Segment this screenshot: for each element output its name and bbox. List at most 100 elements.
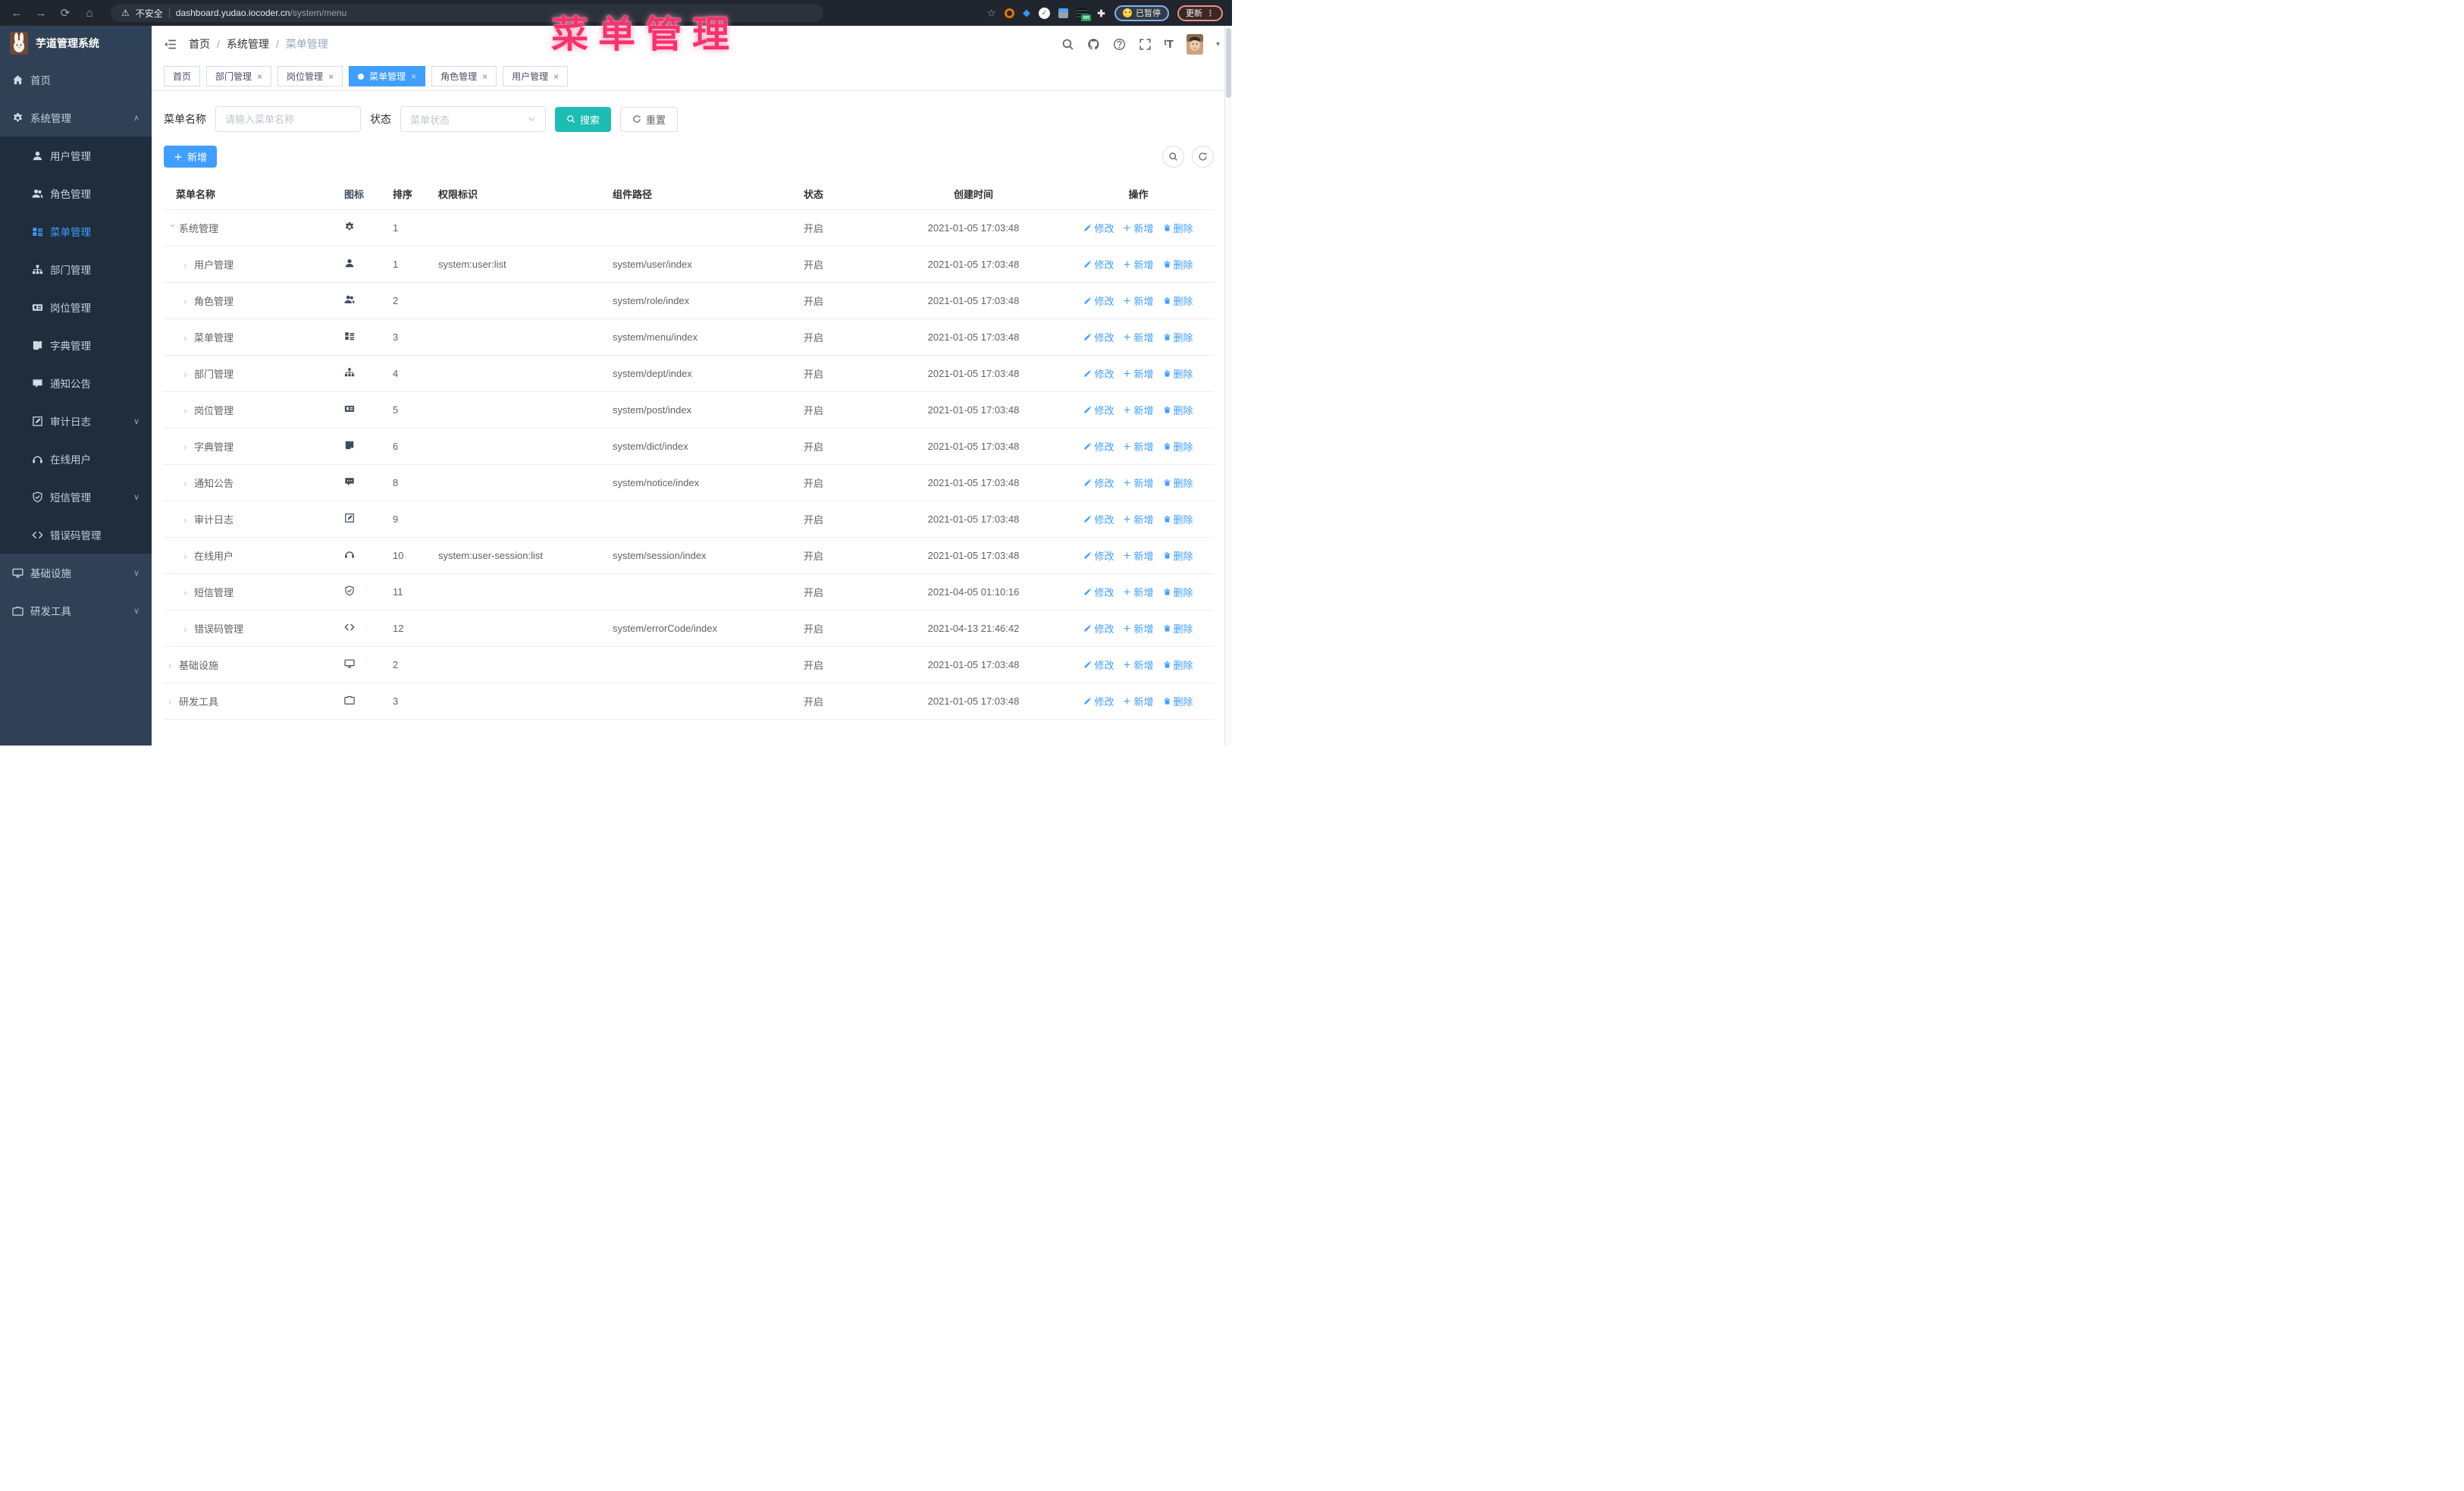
- menu-name-input[interactable]: [215, 106, 361, 132]
- edit-link[interactable]: 修改: [1083, 658, 1114, 672]
- add-link[interactable]: 新增: [1123, 221, 1154, 235]
- browser-reload-icon[interactable]: ⟳: [58, 6, 73, 20]
- edit-link[interactable]: 修改: [1083, 585, 1114, 599]
- add-link[interactable]: 新增: [1123, 293, 1154, 308]
- browser-back-icon[interactable]: ←: [9, 7, 24, 20]
- edit-link[interactable]: 修改: [1083, 403, 1114, 417]
- delete-link[interactable]: 删除: [1163, 585, 1193, 599]
- reset-button[interactable]: 重置: [620, 106, 679, 132]
- edit-link[interactable]: 修改: [1083, 548, 1114, 563]
- delete-link[interactable]: 删除: [1163, 476, 1193, 490]
- expand-arrow-icon[interactable]: ›: [183, 332, 194, 344]
- tab-close-icon[interactable]: ×: [553, 71, 559, 82]
- add-link[interactable]: 新增: [1123, 403, 1154, 417]
- edit-link[interactable]: 修改: [1083, 439, 1114, 454]
- github-icon[interactable]: [1087, 38, 1100, 51]
- sidebar-item-菜单管理[interactable]: 菜单管理: [0, 212, 152, 250]
- add-link[interactable]: 新增: [1123, 694, 1154, 708]
- tab-close-icon[interactable]: ×: [411, 71, 416, 82]
- add-link[interactable]: 新增: [1123, 330, 1154, 344]
- update-button[interactable]: 更新 ⋮: [1177, 5, 1223, 21]
- expand-arrow-icon[interactable]: ›: [183, 259, 194, 271]
- add-link[interactable]: 新增: [1123, 366, 1154, 381]
- fullscreen-icon[interactable]: [1139, 38, 1152, 51]
- add-link[interactable]: 新增: [1123, 512, 1154, 526]
- sidebar-item-审计日志[interactable]: 审计日志 ∨: [0, 402, 152, 440]
- expand-arrow-icon[interactable]: ›: [168, 660, 179, 671]
- sidebar-item-首页[interactable]: 首页: [0, 61, 152, 99]
- sidebar-item-岗位管理[interactable]: 岗位管理: [0, 288, 152, 326]
- refresh-table-button[interactable]: [1192, 146, 1214, 168]
- sidebar-item-字典管理[interactable]: 字典管理: [0, 326, 152, 364]
- add-link[interactable]: 新增: [1123, 476, 1154, 490]
- search-button[interactable]: 搜索: [555, 106, 612, 132]
- extension-gem-icon[interactable]: ◆: [1023, 7, 1030, 19]
- extension-donut-icon[interactable]: [1005, 8, 1014, 18]
- delete-link[interactable]: 删除: [1163, 658, 1193, 672]
- delete-link[interactable]: 删除: [1163, 512, 1193, 526]
- edit-link[interactable]: 修改: [1083, 330, 1114, 344]
- collapse-arrow-icon[interactable]: ›: [168, 224, 179, 234]
- bookmark-star-icon[interactable]: ☆: [986, 7, 996, 20]
- edit-link[interactable]: 修改: [1083, 621, 1114, 636]
- delete-link[interactable]: 删除: [1163, 548, 1193, 563]
- add-link[interactable]: 新增: [1123, 658, 1154, 672]
- delete-link[interactable]: 删除: [1163, 403, 1193, 417]
- tab-close-icon[interactable]: ×: [482, 71, 487, 82]
- profile-paused-pill[interactable]: 已暂停: [1114, 5, 1169, 21]
- sidebar-toggle-icon[interactable]: [164, 38, 177, 51]
- edit-link[interactable]: 修改: [1083, 512, 1114, 526]
- edit-link[interactable]: 修改: [1083, 293, 1114, 308]
- expand-arrow-icon[interactable]: ›: [183, 623, 194, 635]
- edit-link[interactable]: 修改: [1083, 476, 1114, 490]
- expand-arrow-icon[interactable]: ›: [183, 514, 194, 526]
- delete-link[interactable]: 删除: [1163, 221, 1193, 235]
- expand-arrow-icon[interactable]: ›: [183, 369, 194, 380]
- tab-首页[interactable]: 首页: [164, 66, 201, 86]
- delete-link[interactable]: 删除: [1163, 293, 1193, 308]
- sidebar-item-部门管理[interactable]: 部门管理: [0, 250, 152, 288]
- tab-角色管理[interactable]: 角色管理 ×: [431, 66, 497, 86]
- edit-link[interactable]: 修改: [1083, 366, 1114, 381]
- add-link[interactable]: 新增: [1123, 621, 1154, 636]
- delete-link[interactable]: 删除: [1163, 366, 1193, 381]
- expand-arrow-icon[interactable]: ›: [183, 405, 194, 416]
- sidebar-item-用户管理[interactable]: 用户管理: [0, 137, 152, 174]
- add-link[interactable]: 新增: [1123, 439, 1154, 454]
- show-search-button[interactable]: [1162, 146, 1184, 168]
- app-logo-row[interactable]: 芋道管理系统: [0, 26, 152, 61]
- tab-close-icon[interactable]: ×: [257, 71, 262, 82]
- tab-用户管理[interactable]: 用户管理 ×: [503, 66, 569, 86]
- extensions-puzzle-icon[interactable]: [1096, 8, 1106, 18]
- avatar-dropdown-caret-icon[interactable]: ▾: [1216, 40, 1220, 49]
- add-link[interactable]: 新增: [1123, 257, 1154, 272]
- add-link[interactable]: 新增: [1123, 548, 1154, 563]
- sidebar-item-错误码管理[interactable]: 错误码管理: [0, 516, 152, 554]
- add-button[interactable]: 新增: [164, 146, 218, 168]
- expand-arrow-icon[interactable]: ›: [183, 478, 194, 489]
- scrollbar-thumb[interactable]: [1226, 28, 1231, 98]
- delete-link[interactable]: 删除: [1163, 257, 1193, 272]
- browser-forward-icon[interactable]: →: [33, 7, 49, 20]
- extension-tabs-icon[interactable]: [1058, 8, 1068, 18]
- tab-岗位管理[interactable]: 岗位管理 ×: [277, 66, 343, 86]
- delete-link[interactable]: 删除: [1163, 330, 1193, 344]
- tab-菜单管理[interactable]: 菜单管理 ×: [349, 66, 426, 86]
- expand-arrow-icon[interactable]: ›: [183, 551, 194, 562]
- sidebar-item-短信管理[interactable]: 短信管理 ∨: [0, 478, 152, 516]
- expand-arrow-icon[interactable]: ›: [183, 587, 194, 598]
- edit-link[interactable]: 修改: [1083, 221, 1114, 235]
- extension-on-icon[interactable]: on: [1077, 8, 1091, 21]
- font-size-icon[interactable]: ᵗT: [1165, 38, 1174, 51]
- sidebar-item-研发工具[interactable]: 研发工具 ∨: [0, 592, 152, 629]
- edit-link[interactable]: 修改: [1083, 694, 1114, 708]
- delete-link[interactable]: 删除: [1163, 694, 1193, 708]
- expand-arrow-icon[interactable]: ›: [183, 441, 194, 453]
- tab-close-icon[interactable]: ×: [328, 71, 334, 82]
- status-select[interactable]: 菜单状态: [400, 106, 546, 132]
- add-link[interactable]: 新增: [1123, 585, 1154, 599]
- delete-link[interactable]: 删除: [1163, 621, 1193, 636]
- sidebar-item-系统管理[interactable]: 系统管理 ∧: [0, 99, 152, 137]
- breadcrumb-item[interactable]: 首页: [189, 36, 210, 52]
- search-icon[interactable]: [1061, 38, 1074, 51]
